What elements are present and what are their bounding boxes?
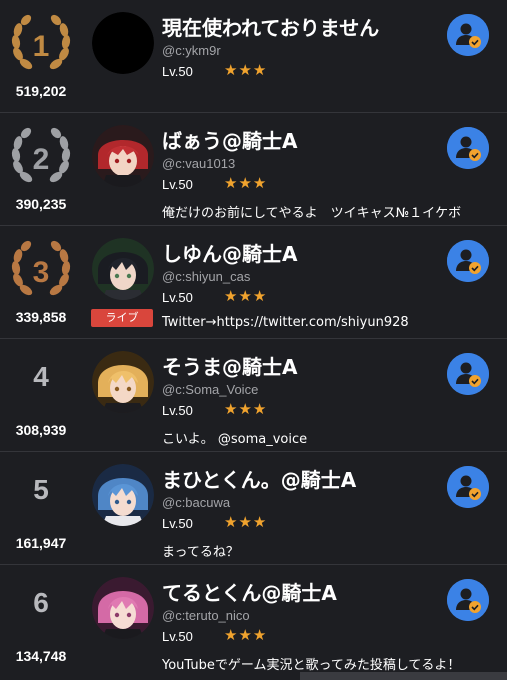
follow-button[interactable] <box>447 14 489 56</box>
user-check-icon <box>447 353 489 395</box>
user-handle: @c:ykm9r <box>162 43 221 58</box>
pink-hair-avatar[interactable] <box>92 577 154 639</box>
rank-column: 3 339,858 <box>0 226 82 339</box>
score-value: 519,202 <box>15 83 67 99</box>
dark-hair-avatar[interactable] <box>92 238 154 300</box>
user-check-icon <box>447 240 489 282</box>
bronze-laurel-medal-icon: 3 <box>6 236 76 306</box>
rank-column: 4 308,939 <box>0 339 82 452</box>
ranking-list: 1 519,202 現在使われておりません @c:ykm9r Lv.50 ★★★ <box>0 0 507 680</box>
blonde-hair-avatar[interactable] <box>92 351 154 413</box>
user-level: Lv.50 <box>162 629 193 644</box>
rating-stars: ★★★ <box>224 287 268 305</box>
user-handle: @c:vau1013 <box>162 156 236 171</box>
user-name[interactable]: そうま@騎士A <box>162 351 297 380</box>
gold-laurel-medal-icon: 1 <box>6 10 76 80</box>
svg-text:3: 3 <box>33 256 50 289</box>
svg-text:1: 1 <box>33 30 50 63</box>
score-value: 161,947 <box>15 535 67 551</box>
user-name[interactable]: まひとくん。@騎士A <box>162 464 356 493</box>
rank-column: 5 161,947 <box>0 452 82 565</box>
ranking-row[interactable]: 6 134,748 てるとくん@騎士A @c:teruto_nico Lv.50… <box>0 565 507 678</box>
follow-button[interactable] <box>447 127 489 169</box>
rank-column: 2 390,235 <box>0 113 82 226</box>
user-check-icon <box>447 466 489 508</box>
rank-number: 4 <box>33 361 49 392</box>
ranking-row[interactable]: 5 161,947 まひとくん。@騎士A @c:bacuwa Lv.50 ★★★… <box>0 452 507 565</box>
user-name[interactable]: 現在使われておりません <box>162 12 379 41</box>
score-value: 134,748 <box>15 648 67 664</box>
user-level: Lv.50 <box>162 64 193 79</box>
user-name[interactable]: てるとくん@騎士A <box>162 577 337 606</box>
rank-column: 1 519,202 <box>0 0 82 113</box>
red-hair-avatar[interactable] <box>92 125 154 187</box>
rating-stars: ★★★ <box>224 61 268 79</box>
live-badge[interactable]: ライブ <box>91 309 153 327</box>
ranking-row[interactable]: 1 519,202 現在使われておりません @c:ykm9r Lv.50 ★★★ <box>0 0 507 113</box>
blue-hair-avatar[interactable] <box>92 464 154 526</box>
user-check-icon <box>447 14 489 56</box>
user-name[interactable]: しゆん@騎士A <box>162 238 297 267</box>
score-value: 390,235 <box>15 196 67 212</box>
rating-stars: ★★★ <box>224 174 268 192</box>
ranking-row[interactable]: 2 390,235 ばぁう@騎士A @c:vau1013 Lv.50 ★★★ 俺… <box>0 113 507 226</box>
user-check-icon <box>447 127 489 169</box>
user-level: Lv.50 <box>162 516 193 531</box>
follow-button[interactable] <box>447 579 489 621</box>
user-level: Lv.50 <box>162 403 193 418</box>
user-handle: @c:Soma_Voice <box>162 382 259 397</box>
user-check-icon <box>447 579 489 621</box>
ranking-row[interactable]: 3 339,858 ライブ しゆん@騎士A @c:shiyun_cas Lv.5… <box>0 226 507 339</box>
rank-number: 5 <box>33 474 49 505</box>
rank-column: 6 134,748 <box>0 565 82 678</box>
user-bio: こいよ。 @soma_voice <box>162 432 308 447</box>
user-handle: @c:shiyun_cas <box>162 269 251 284</box>
user-handle: @c:bacuwa <box>162 495 231 510</box>
follow-button[interactable] <box>447 466 489 508</box>
ranking-row[interactable]: 4 308,939 そうま@騎士A @c:Soma_Voice Lv.50 ★★… <box>0 339 507 452</box>
score-value: 339,858 <box>15 309 67 325</box>
rating-stars: ★★★ <box>224 626 268 644</box>
rank-number: 6 <box>33 587 49 618</box>
rating-stars: ★★★ <box>224 400 268 418</box>
svg-text:2: 2 <box>33 143 50 176</box>
rating-stars: ★★★ <box>224 513 268 531</box>
next-row-peek <box>300 672 507 680</box>
silver-laurel-medal-icon: 2 <box>6 123 76 193</box>
follow-button[interactable] <box>447 240 489 282</box>
user-bio: Twitter→https://twitter.com/shiyun928 <box>162 315 409 330</box>
user-level: Lv.50 <box>162 290 193 305</box>
user-handle: @c:teruto_nico <box>162 608 250 623</box>
user-bio: 俺だけのお前にしてやるよ ツイキャス№１イケボ <box>162 206 462 221</box>
blank-avatar[interactable] <box>92 12 154 74</box>
follow-button[interactable] <box>447 353 489 395</box>
user-name[interactable]: ばぁう@騎士A <box>162 125 297 154</box>
score-value: 308,939 <box>15 422 67 438</box>
user-level: Lv.50 <box>162 177 193 192</box>
user-bio: YouTubeでゲーム実況と歌ってみた投稿してるよ！ <box>162 658 461 673</box>
user-bio: まってるね？ <box>162 545 239 560</box>
